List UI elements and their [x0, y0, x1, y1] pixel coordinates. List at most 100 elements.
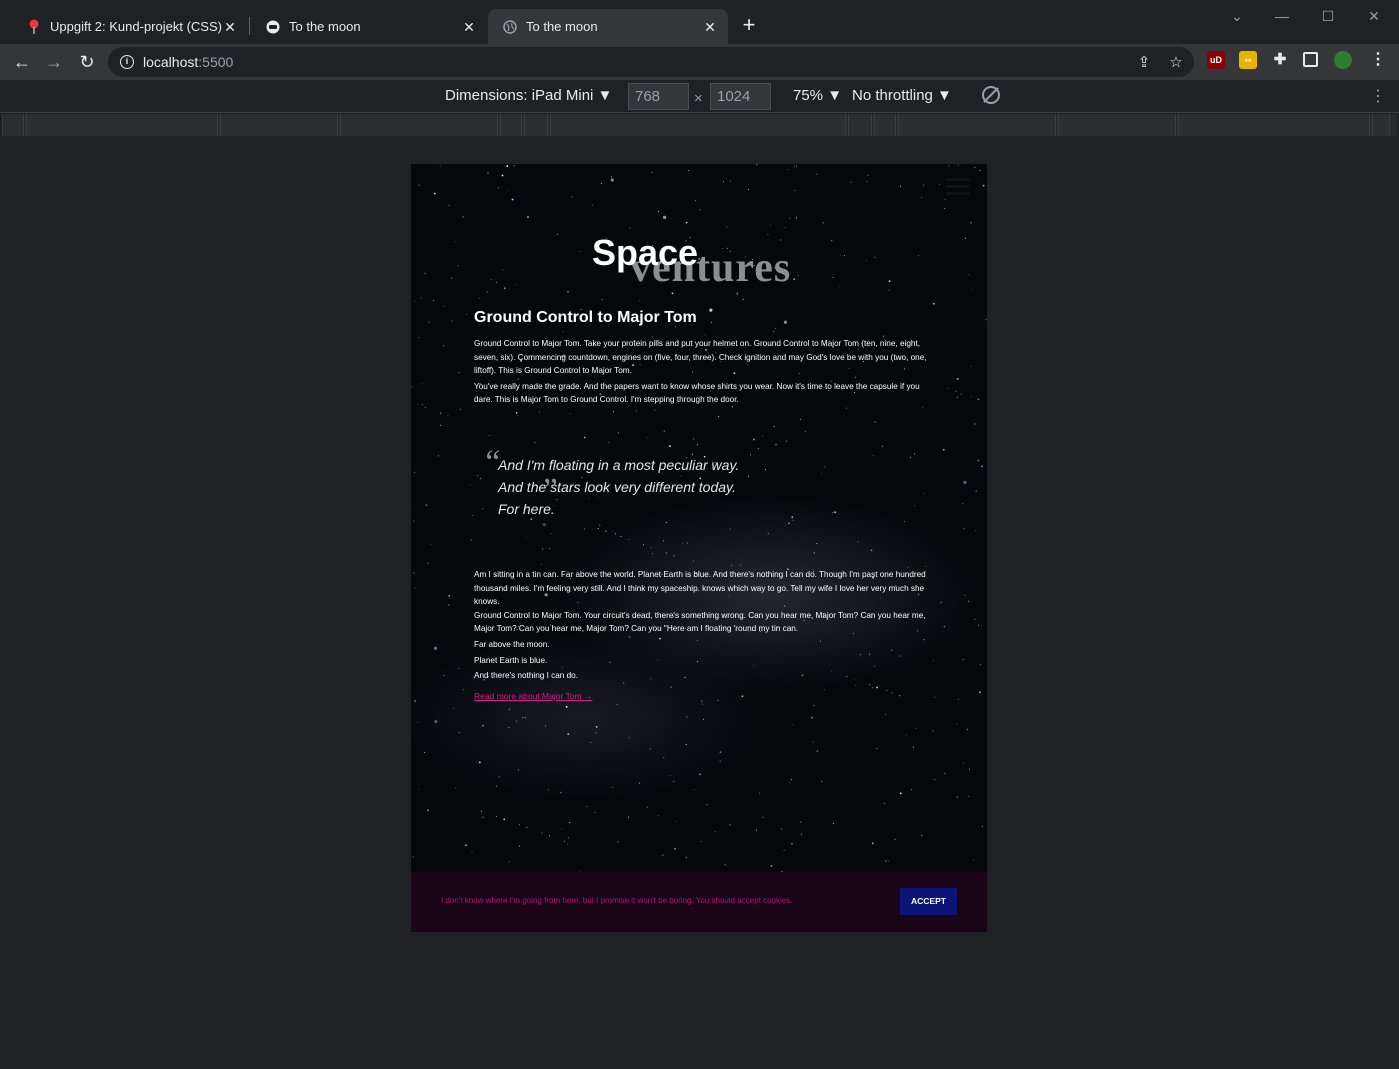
media-query-segment[interactable] — [2, 114, 24, 136]
close-icon[interactable]: ✕ — [461, 19, 477, 35]
device-viewport: ventures Space Ground Control to Major T… — [411, 164, 987, 932]
reload-icon[interactable]: ↻ — [75, 50, 99, 74]
star — [414, 700, 416, 702]
tab-to-the-moon-1[interactable]: To the moon ✕ — [251, 9, 487, 44]
star — [453, 708, 455, 709]
read-more-link[interactable]: Read more about Major Tom → — [474, 691, 592, 701]
star — [956, 723, 958, 725]
star — [508, 861, 510, 863]
star — [947, 388, 949, 389]
star — [439, 165, 441, 167]
media-query-segment[interactable] — [848, 114, 872, 136]
extensions-puzzle-icon[interactable]: ✚ — [1271, 51, 1289, 69]
media-query-segment[interactable] — [898, 114, 1056, 136]
close-icon[interactable]: ✕ — [702, 19, 718, 35]
hamburger-menu-icon[interactable] — [946, 178, 970, 196]
star — [804, 430, 806, 432]
star — [884, 714, 886, 716]
star — [913, 746, 914, 748]
zoom-dropdown[interactable]: 75% ▼ — [793, 87, 842, 104]
star — [973, 859, 975, 861]
star — [447, 415, 449, 417]
star — [413, 572, 415, 574]
star — [934, 779, 936, 781]
globe-icon — [502, 19, 518, 35]
star — [620, 536, 622, 538]
star — [424, 407, 426, 409]
tab-title: To the moon — [526, 19, 598, 34]
star — [448, 204, 450, 206]
star — [682, 542, 683, 544]
star — [978, 691, 981, 694]
star — [425, 504, 428, 507]
star — [418, 788, 420, 790]
rotate-icon[interactable] — [982, 86, 1000, 104]
star — [962, 659, 964, 660]
device-height-input[interactable] — [710, 83, 771, 110]
media-query-segment[interactable] — [1178, 114, 1370, 136]
star — [773, 331, 775, 333]
back-icon[interactable]: ← — [10, 50, 34, 74]
star — [966, 728, 969, 731]
media-query-segment[interactable] — [26, 114, 218, 136]
more-options-icon[interactable]: ⋮ — [1370, 86, 1386, 106]
star — [921, 834, 923, 836]
media-query-segment[interactable] — [874, 114, 896, 136]
star — [934, 696, 936, 698]
accept-cookies-button[interactable]: ACCEPT — [900, 888, 957, 915]
star — [562, 331, 564, 333]
star — [663, 430, 665, 432]
media-query-segment[interactable] — [550, 114, 846, 136]
new-tab-button[interactable]: + — [738, 14, 760, 36]
media-query-segment[interactable] — [500, 114, 522, 136]
star — [978, 624, 980, 626]
star — [604, 530, 607, 533]
site-info-icon[interactable]: i — [120, 55, 134, 69]
star — [714, 831, 716, 833]
tab-search-icon[interactable]: ⌄ — [1226, 6, 1248, 26]
address-bar[interactable]: i localhost:5500 ⇪ ☆ — [108, 47, 1194, 77]
star — [525, 537, 527, 539]
star — [663, 215, 667, 219]
close-icon[interactable]: ✕ — [222, 19, 238, 35]
star — [922, 492, 924, 494]
star — [968, 600, 970, 602]
cookie-message: I don't know where I'm going from here, … — [441, 896, 793, 905]
star — [759, 792, 761, 794]
browser-menu-icon[interactable]: ⋮ — [1369, 51, 1387, 69]
star — [612, 786, 614, 788]
side-panel-icon[interactable] — [1303, 52, 1318, 67]
profile-avatar[interactable] — [1334, 51, 1352, 69]
media-query-segment[interactable] — [1372, 114, 1390, 136]
throttling-dropdown[interactable]: No throttling ▼ — [852, 87, 952, 104]
bookmark-star-icon[interactable]: ☆ — [1166, 53, 1186, 73]
star — [800, 833, 802, 835]
device-dimensions-dropdown[interactable]: Dimensions: iPad Mini ▼ — [445, 87, 612, 104]
star — [421, 404, 423, 406]
star — [704, 334, 706, 336]
star — [477, 475, 479, 477]
star — [985, 319, 987, 321]
star — [872, 455, 874, 457]
star — [673, 781, 675, 783]
ublock-icon[interactable]: uD — [1207, 51, 1225, 69]
share-icon[interactable]: ⇪ — [1134, 53, 1154, 73]
media-query-segment[interactable] — [1058, 114, 1176, 136]
media-query-segment[interactable] — [524, 114, 548, 136]
media-query-segment[interactable] — [220, 114, 338, 136]
star — [970, 365, 972, 367]
tab-to-the-moon-active[interactable]: To the moon ✕ — [488, 9, 728, 44]
close-window-button[interactable]: ✕ — [1363, 6, 1385, 26]
media-query-segment[interactable] — [340, 114, 498, 136]
star — [599, 524, 601, 526]
star — [726, 226, 728, 228]
device-width-input[interactable] — [628, 83, 689, 110]
forward-icon[interactable]: → — [42, 50, 66, 74]
tab-uppgift[interactable]: Uppgift 2: Kund-projekt (CSS) | H ✕ — [12, 9, 248, 44]
star — [979, 170, 981, 171]
star — [932, 730, 934, 732]
extension-yellow-icon[interactable]: ▪▪ — [1239, 51, 1257, 69]
maximize-button[interactable]: ☐ — [1317, 6, 1339, 26]
minimize-button[interactable]: — — [1271, 6, 1293, 26]
site-logo[interactable]: ventures Space — [411, 232, 987, 302]
